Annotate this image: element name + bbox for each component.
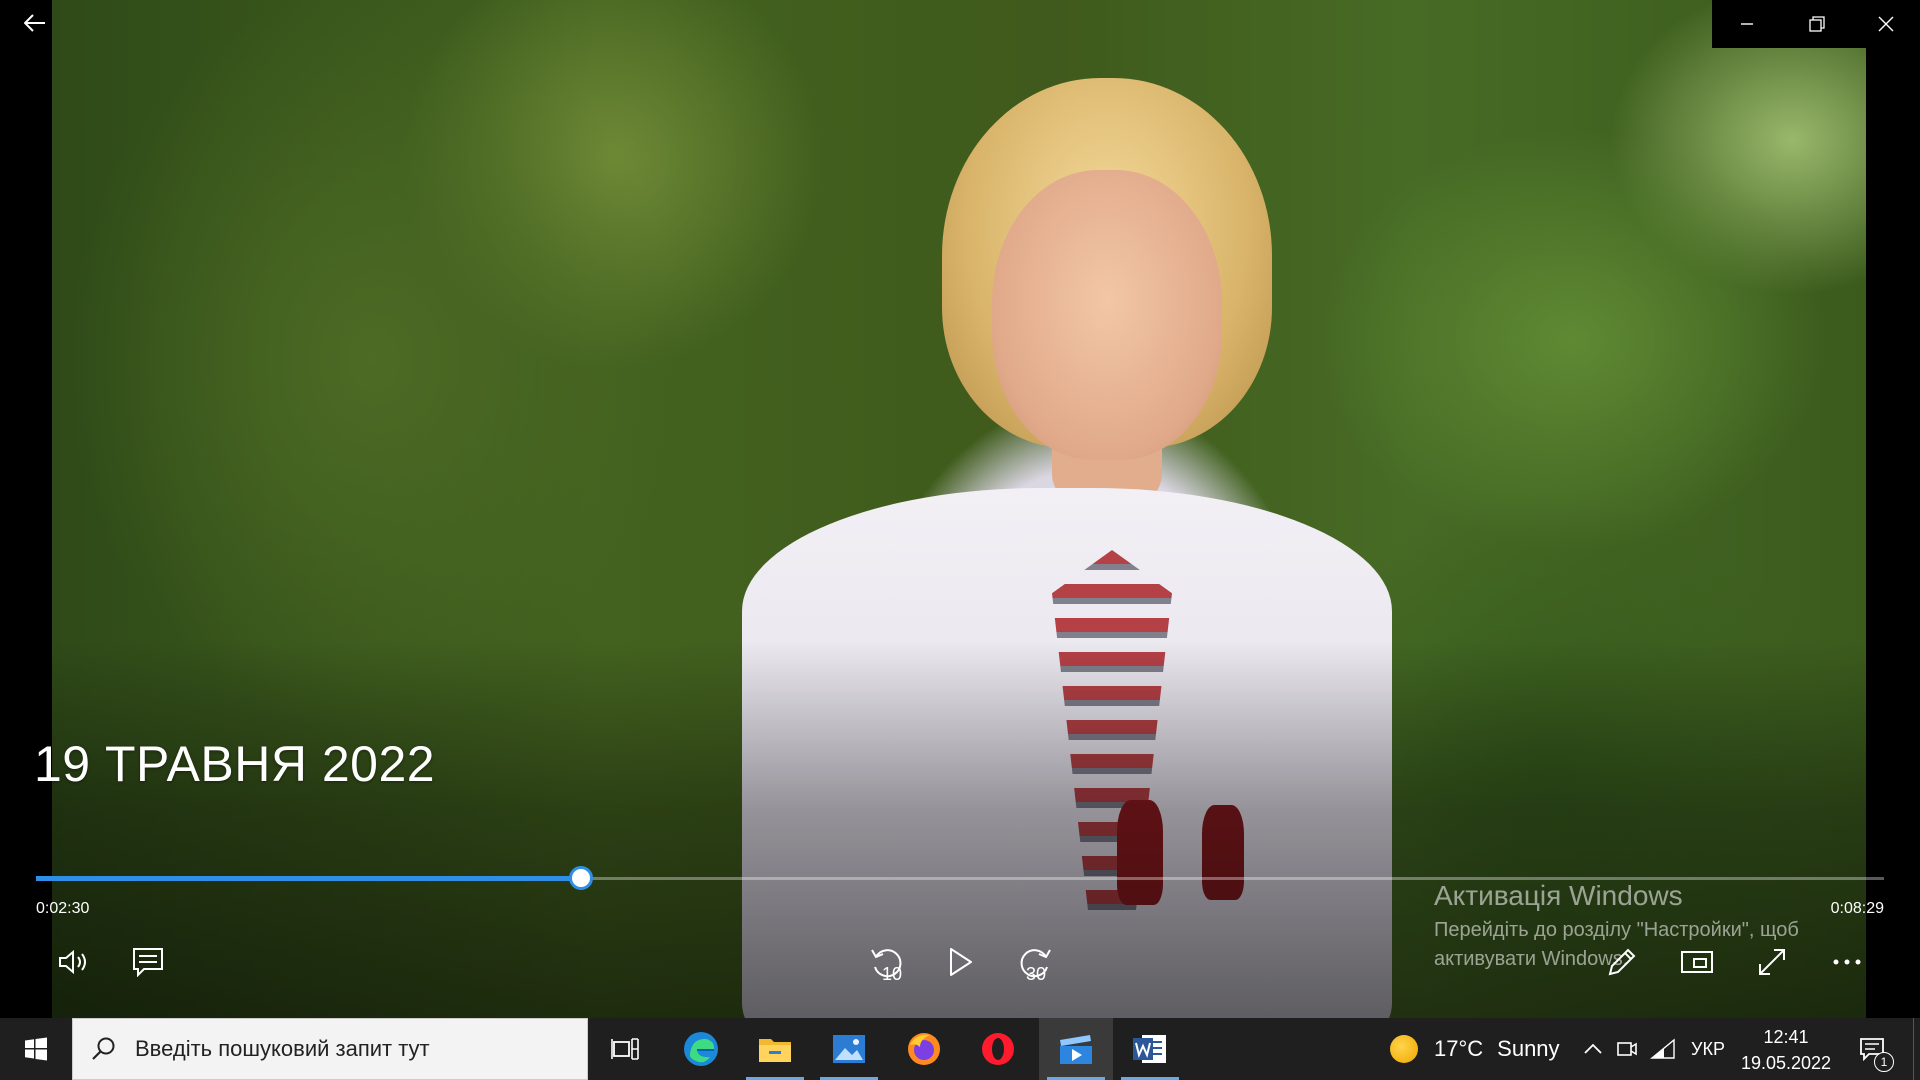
search-placeholder: Введіть пошуковий запит тут (135, 1036, 430, 1061)
weather-condition: Sunny (1497, 1036, 1560, 1061)
minimize-icon (1741, 23, 1753, 25)
mini-view-icon (1681, 951, 1713, 973)
close-button[interactable] (1851, 0, 1920, 48)
activation-text: Перейдіть до розділу "Настройки", щоб ак… (1434, 919, 1799, 970)
restore-button[interactable] (1782, 0, 1851, 48)
more-icon (1833, 959, 1861, 965)
skip-forward-seconds: 30 (1026, 964, 1047, 984)
mini-view-button[interactable] (1673, 940, 1721, 984)
edge-icon (684, 1032, 718, 1066)
person-face (992, 170, 1222, 460)
taskbar-app-file-explorer[interactable] (738, 1018, 812, 1080)
fullscreen-button[interactable] (1748, 940, 1796, 984)
taskbar: Введіть пошуковий запит тут 17°C Sunny У… (0, 1018, 1920, 1080)
sun-icon (1390, 1035, 1418, 1063)
skip-forward-button[interactable]: 30 (1012, 940, 1060, 984)
video-title: 19 ТРАВНЯ 2022 (34, 736, 436, 792)
weather-widget[interactable]: 17°C Sunny (1390, 1018, 1560, 1080)
opera-icon (982, 1033, 1014, 1065)
taskbar-app-firefox[interactable] (887, 1018, 961, 1080)
back-button[interactable] (0, 0, 70, 46)
task-view-button[interactable] (588, 1018, 662, 1080)
photos-icon (833, 1035, 865, 1063)
edit-button[interactable] (1598, 940, 1646, 984)
restore-icon (1808, 16, 1825, 32)
firefox-icon (908, 1033, 940, 1065)
captions-icon (133, 948, 163, 977)
search-icon (91, 1034, 121, 1064)
arrow-left-icon (24, 14, 45, 32)
tray-network[interactable] (1645, 1018, 1681, 1080)
chevron-up-icon (1584, 1043, 1602, 1054)
play-icon (950, 948, 972, 976)
volume-button[interactable] (50, 940, 98, 984)
taskbar-app-movies-tv[interactable] (1039, 1018, 1113, 1080)
time-elapsed: 0:02:30 (36, 900, 90, 917)
windows-logo-icon (25, 1037, 47, 1061)
taskbar-app-edge[interactable] (664, 1018, 738, 1080)
taskbar-app-photos[interactable] (812, 1018, 886, 1080)
skip-back-seconds: 10 (882, 964, 903, 984)
clock[interactable]: 12:41 19.05.2022 (1736, 1024, 1836, 1076)
clock-time: 12:41 (1763, 1027, 1809, 1047)
seek-thumb[interactable] (569, 866, 594, 890)
more-options-button[interactable] (1823, 940, 1871, 984)
show-hidden-icons-button[interactable] (1576, 1018, 1610, 1080)
activation-title: Активація Windows (1434, 880, 1683, 911)
tray-meet-now[interactable] (1610, 1018, 1644, 1080)
minimize-button[interactable] (1712, 0, 1782, 48)
notification-count-badge: 1 (1874, 1052, 1894, 1072)
action-center-button[interactable] (1842, 1018, 1902, 1080)
play-button[interactable] (937, 940, 985, 984)
meet-now-icon (1617, 1042, 1637, 1056)
word-icon (1133, 1035, 1166, 1063)
taskbar-app-opera[interactable] (961, 1018, 1035, 1080)
skip-back-button[interactable]: 10 (862, 940, 910, 984)
activation-watermark: Активація Windows Перейдіть до розділу "… (1434, 880, 1874, 974)
seek-progress (36, 876, 582, 881)
movies-tv-icon (1060, 1035, 1092, 1064)
taskbar-app-word[interactable] (1113, 1018, 1187, 1080)
volume-icon (59, 949, 86, 975)
start-button[interactable] (0, 1018, 72, 1080)
task-view-icon (611, 1038, 639, 1060)
close-icon (1878, 16, 1893, 32)
weather-temperature: 17°C (1434, 1036, 1484, 1061)
wifi-icon (1650, 1038, 1675, 1059)
video-player[interactable]: 19 ТРАВНЯ 2022 0:02:30 0:08:29 Активація… (0, 0, 1920, 1018)
pencil-icon (1608, 948, 1636, 976)
expand-icon (1759, 949, 1785, 975)
window-controls (1712, 0, 1920, 48)
show-desktop-button[interactable] (1913, 1018, 1920, 1080)
input-language[interactable]: УКР (1688, 1018, 1728, 1080)
search-box[interactable]: Введіть пошуковий запит тут (72, 1018, 588, 1080)
clock-date: 19.05.2022 (1740, 1053, 1832, 1073)
folder-icon (759, 1039, 791, 1062)
captions-button[interactable] (124, 940, 172, 984)
